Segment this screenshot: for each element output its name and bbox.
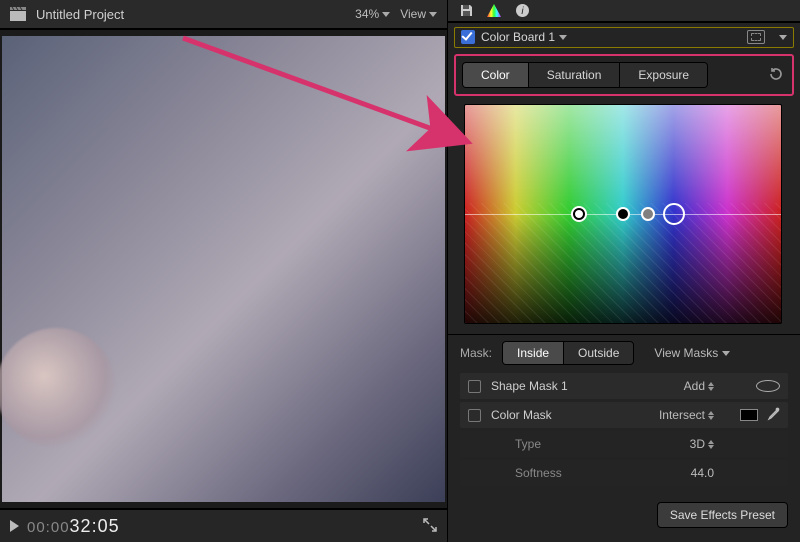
chevron-down-icon [559,35,567,40]
ellipse-icon[interactable] [756,380,780,392]
mask-row-shape[interactable]: Shape Mask 1 Add [460,373,788,399]
mask-param-softness: Softness 44.0 [460,460,788,486]
param-label: Softness [491,466,624,480]
mask-inside-button[interactable]: Inside [503,342,564,364]
mask-header: Mask: Inside Outside View Masks [448,334,800,371]
effect-header-row[interactable]: Color Board 1 [454,27,794,48]
fullscreen-icon[interactable] [423,518,437,535]
zoom-menu[interactable]: 34% [355,7,390,21]
save-effects-preset-button[interactable]: Save Effects Preset [657,502,788,528]
param-label: Type [491,437,624,451]
tab-exposure[interactable]: Exposure [620,63,707,87]
timecode-main: 32:05 [70,516,120,536]
mask-row-color[interactable]: Color Mask Intersect [460,402,788,428]
highlights-puck[interactable] [573,208,585,220]
type-value-stepper[interactable]: 3D [634,437,714,451]
mask-blend-mode[interactable]: Add [634,379,714,393]
tab-segment: Color Saturation Exposure [462,62,708,88]
inspector-footer: Save Effects Preset [448,492,800,542]
color-board-area [448,96,800,334]
global-puck[interactable] [663,203,685,225]
viewer-pane: Untitled Project 34% View 00:0032:05 [0,0,448,542]
clapperboard-icon [10,7,26,21]
mask-enable-checkbox[interactable] [468,409,481,422]
view-masks-menu[interactable]: View Masks [654,346,730,360]
video-frame-content [0,328,116,448]
chevron-down-icon [382,12,390,17]
viewer-canvas[interactable] [2,36,445,502]
color-board-tabs: Color Saturation Exposure [454,54,794,96]
chevron-down-icon [429,12,437,17]
mask-target-icon[interactable] [747,30,765,44]
shadows-puck[interactable] [616,207,630,221]
viewer-header: Untitled Project 34% View [0,0,447,30]
chevron-down-icon[interactable] [779,35,787,40]
timecode-prefix: 00:00 [27,519,70,536]
project-title: Untitled Project [36,7,124,22]
viewer-transport: 00:0032:05 [0,508,447,542]
mask-list: Shape Mask 1 Add Color Mask Intersect Ty… [448,371,800,492]
mask-param-type: Type 3D [460,431,788,457]
tab-color[interactable]: Color [463,63,529,87]
mask-enable-checkbox[interactable] [468,380,481,393]
play-button[interactable] [10,520,19,532]
mask-inside-outside-segment: Inside Outside [502,341,634,365]
softness-value[interactable]: 44.0 [634,466,714,480]
reset-icon[interactable] [768,66,786,85]
mask-label: Mask: [460,346,492,360]
tab-saturation[interactable]: Saturation [529,63,621,87]
mask-blend-mode[interactable]: Intersect [634,408,714,422]
info-icon[interactable]: i [514,2,530,18]
color-board[interactable] [464,104,782,324]
chevron-down-icon [722,351,730,356]
color-inspector-icon[interactable] [486,2,502,18]
mask-outside-button[interactable]: Outside [564,342,633,364]
mask-name: Shape Mask 1 [491,379,624,393]
save-icon[interactable] [458,2,474,18]
eyedropper-icon[interactable] [766,407,780,424]
effect-enable-checkbox[interactable] [461,30,475,44]
midtones-puck[interactable] [641,207,655,221]
mask-name: Color Mask [491,408,624,422]
color-swatch[interactable] [740,409,758,421]
inspector-pane: i Color Board 1 Color Saturation Exposur… [448,0,800,542]
timecode-display[interactable]: 00:0032:05 [27,516,120,537]
view-menu[interactable]: View [400,7,437,21]
effect-name-menu[interactable]: Color Board 1 [481,30,567,44]
inspector-top-bar: i [448,0,800,23]
